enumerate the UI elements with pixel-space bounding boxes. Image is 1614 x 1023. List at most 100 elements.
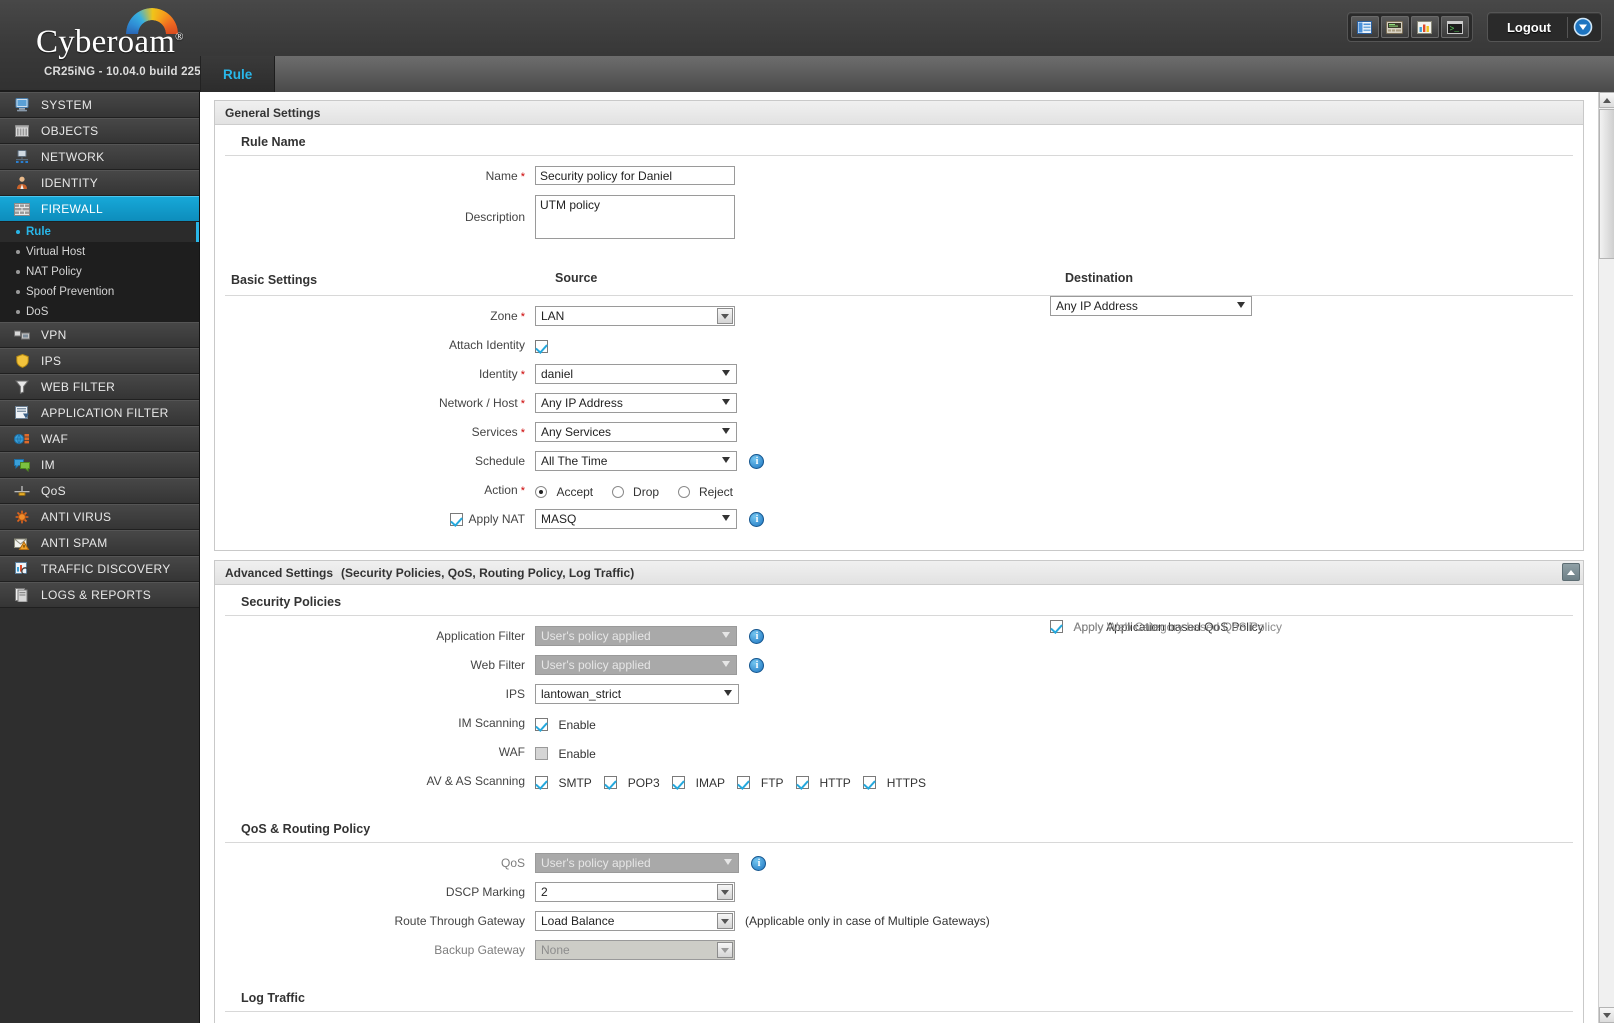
av-as-checkbox-http[interactable] — [796, 776, 809, 790]
sidebar-item-label: LOGS & REPORTS — [41, 588, 152, 602]
main-vertical-scrollbar[interactable] — [1598, 92, 1614, 1023]
apply-web-category-qos-checkbox[interactable] — [1050, 620, 1063, 634]
waf-checkbox[interactable] — [535, 747, 548, 761]
ips-policy-value: lantowan_strict — [541, 687, 622, 701]
console-icon[interactable] — [1380, 16, 1409, 38]
help-icon[interactable] — [1568, 16, 1598, 38]
sidebar-item-objects[interactable]: OBJECTS — [0, 118, 199, 144]
ips-label: IPS — [505, 687, 525, 701]
logout-button[interactable]: Logout — [1491, 16, 1568, 38]
scroll-down-arrow-icon[interactable] — [1599, 1007, 1614, 1023]
log-traffic-title: Log Traffic — [225, 981, 1573, 1012]
sidebar-item-im[interactable]: IM — [0, 452, 199, 478]
backup-gateway-value: None — [541, 943, 570, 957]
sidebar-item-waf[interactable]: WAF — [0, 426, 199, 452]
apply-nat-checkbox[interactable] — [449, 512, 463, 526]
rule-name-input[interactable] — [535, 166, 735, 185]
general-settings-panel: General Settings Rule Name Name * Descri… — [214, 100, 1584, 551]
sidebar-item-anti-virus[interactable]: ANTI VIRUS — [0, 504, 199, 530]
destination-network-host-select[interactable]: Any IP Address — [1050, 296, 1252, 316]
rule-description-textarea[interactable]: UTM policy — [535, 195, 735, 239]
bullet-icon — [16, 230, 20, 234]
source-zone-select[interactable]: LAN — [535, 306, 735, 326]
application-filter-select[interactable]: User's policy applied — [535, 626, 737, 646]
reports-icon[interactable] — [1410, 16, 1439, 38]
chevron-down-icon — [722, 515, 730, 521]
qos-policy-value: User's policy applied — [541, 856, 651, 870]
av-as-checkbox-pop3[interactable] — [604, 776, 618, 790]
sidebar-item-label: TRAFFIC DISCOVERY — [41, 562, 171, 576]
cli-terminal-icon[interactable]: >_ — [1440, 16, 1469, 38]
waf-enable-label: Enable — [558, 746, 596, 761]
services-select[interactable]: Any Services — [535, 422, 737, 442]
av-as-checkbox-https[interactable] — [863, 776, 877, 790]
chevron-down-icon — [717, 913, 733, 929]
advanced-settings-panel: Advanced Settings (Security Policies, Qo… — [214, 560, 1584, 1023]
sidebar-item-anti-spam[interactable]: ANTI SPAM — [0, 530, 199, 556]
sidebar-item-logs-reports[interactable]: LOGS & REPORTS — [0, 582, 199, 608]
zone-label: Zone * — [490, 309, 525, 323]
chevron-down-icon — [722, 457, 730, 463]
sidebar-item-qos[interactable]: QoS — [0, 478, 199, 504]
application-filter-info-icon[interactable]: i — [749, 628, 765, 644]
apply-nat-info-icon[interactable]: i — [749, 511, 765, 527]
im-scanning-enable-label: Enable — [558, 717, 596, 732]
av-as-checkbox-smtp[interactable] — [535, 776, 548, 790]
schedule-info-icon[interactable]: i — [749, 453, 765, 469]
sidebar-item-vpn[interactable]: VPN — [0, 322, 199, 348]
nat-policy-select[interactable]: MASQ — [535, 509, 737, 529]
qos-info-icon[interactable]: i — [751, 855, 767, 871]
sidebar-subitem-rule[interactable]: Rule — [0, 222, 199, 242]
sidebar-item-application-filter[interactable]: APPLICATION FILTER — [0, 400, 199, 426]
services-value: Any Services — [541, 425, 612, 439]
route-gateway-select[interactable]: Load Balance — [535, 911, 735, 931]
brand-name: Cyberoam® — [36, 24, 184, 60]
required-mark: * — [517, 398, 525, 410]
tab-rule[interactable]: Rule — [201, 56, 276, 92]
qos-policy-select[interactable]: User's policy applied — [535, 853, 739, 873]
application-filter-label: Application Filter — [436, 629, 525, 643]
sidebar-item-firewall[interactable]: FIREWALL — [0, 196, 199, 222]
scroll-up-arrow-icon[interactable] — [1599, 92, 1614, 108]
sidebar-item-ips[interactable]: IPS — [0, 348, 199, 374]
web-filter-info-icon[interactable]: i — [749, 657, 765, 673]
sidebar-item-label: IDENTITY — [41, 176, 99, 190]
sidebar-item-system[interactable]: SYSTEM — [0, 92, 199, 118]
sidebar-item-traffic-discovery[interactable]: TRAFFIC DISCOVERY — [0, 556, 199, 582]
network-icon — [12, 149, 32, 165]
general-settings-title: General Settings — [225, 105, 321, 120]
av-as-checkbox-imap[interactable] — [672, 776, 686, 790]
row-dscp-marking: DSCP Marking 2 — [215, 882, 1583, 906]
schedule-value: All The Time — [541, 454, 608, 468]
attach-identity-checkbox[interactable] — [535, 340, 548, 354]
scrollbar-thumb[interactable] — [1599, 109, 1614, 259]
collapse-up-icon[interactable] — [1562, 563, 1580, 581]
sidebar-item-network[interactable]: NETWORK — [0, 144, 199, 170]
row-schedule: Schedule All The Time i — [215, 451, 1583, 475]
schedule-select[interactable]: All The Time — [535, 451, 737, 471]
im-scanning-checkbox[interactable] — [535, 718, 548, 732]
action-radio-reject[interactable] — [677, 485, 690, 498]
action-radio-drop[interactable] — [611, 485, 624, 498]
sidebar-item-identity[interactable]: IDENTITY — [0, 170, 199, 196]
sidebar-subitem-dos[interactable]: DoS — [0, 302, 199, 322]
sidebar-item-web-filter[interactable]: WEB FILTER — [0, 374, 199, 400]
sidebar-subitem-nat-policy[interactable]: NAT Policy — [0, 262, 199, 282]
dashboard-icon[interactable] — [1350, 16, 1379, 38]
required-mark: * — [517, 485, 525, 497]
ips-policy-select[interactable]: lantowan_strict — [535, 684, 739, 704]
sidebar-subitem-spoof-prevention[interactable]: Spoof Prevention — [0, 282, 199, 302]
action-radio-accept[interactable] — [535, 485, 547, 498]
av-as-checkbox-ftp[interactable] — [737, 776, 751, 790]
action-label-drop: Drop — [633, 484, 660, 499]
required-mark: * — [517, 427, 525, 439]
ips-shield-icon — [12, 353, 32, 369]
bullet-icon — [16, 290, 20, 294]
backup-gateway-select[interactable]: None — [535, 940, 735, 960]
sidebar-item-label: NETWORK — [41, 150, 105, 164]
identity-select[interactable]: daniel — [535, 364, 737, 384]
web-filter-select[interactable]: User's policy applied — [535, 655, 737, 675]
sidebar-subitem-virtual-host[interactable]: Virtual Host — [0, 242, 199, 262]
dscp-marking-select[interactable]: 2 — [535, 882, 735, 902]
source-network-host-select[interactable]: Any IP Address — [535, 393, 737, 413]
